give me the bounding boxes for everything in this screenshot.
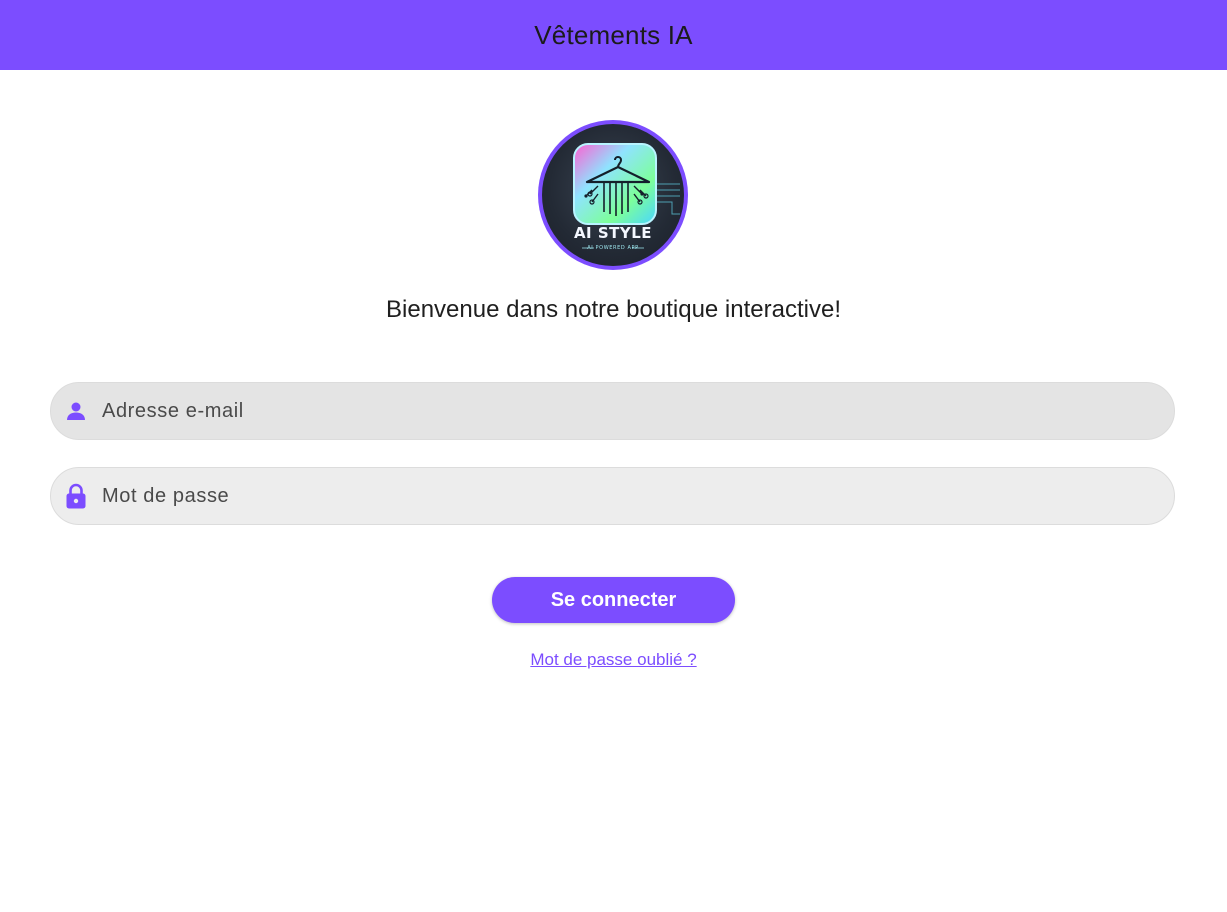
app-bar: Vêtements IA	[0, 0, 1227, 70]
login-button[interactable]: Se connecter	[492, 577, 735, 623]
lock-icon	[63, 483, 89, 509]
logo-subtext: AI POWERED APP	[587, 245, 639, 251]
email-input[interactable]	[100, 390, 1144, 432]
welcome-heading: Bienvenue dans notre boutique interactiv…	[386, 296, 841, 323]
password-input[interactable]	[100, 475, 1144, 517]
logo: AI STYLE AI POWERED APP	[538, 120, 688, 270]
app-title: Vêtements IA	[534, 19, 693, 50]
forgot-password-link[interactable]: Mot de passe oublié ?	[530, 650, 696, 669]
password-field[interactable]	[50, 467, 1175, 525]
logo-image: AI STYLE AI POWERED APP	[542, 124, 684, 266]
email-field[interactable]	[50, 382, 1175, 440]
forgot-password-container: Mot de passe oublié ?	[0, 650, 1227, 670]
person-icon	[63, 398, 89, 424]
logo-text: AI STYLE	[573, 224, 653, 242]
